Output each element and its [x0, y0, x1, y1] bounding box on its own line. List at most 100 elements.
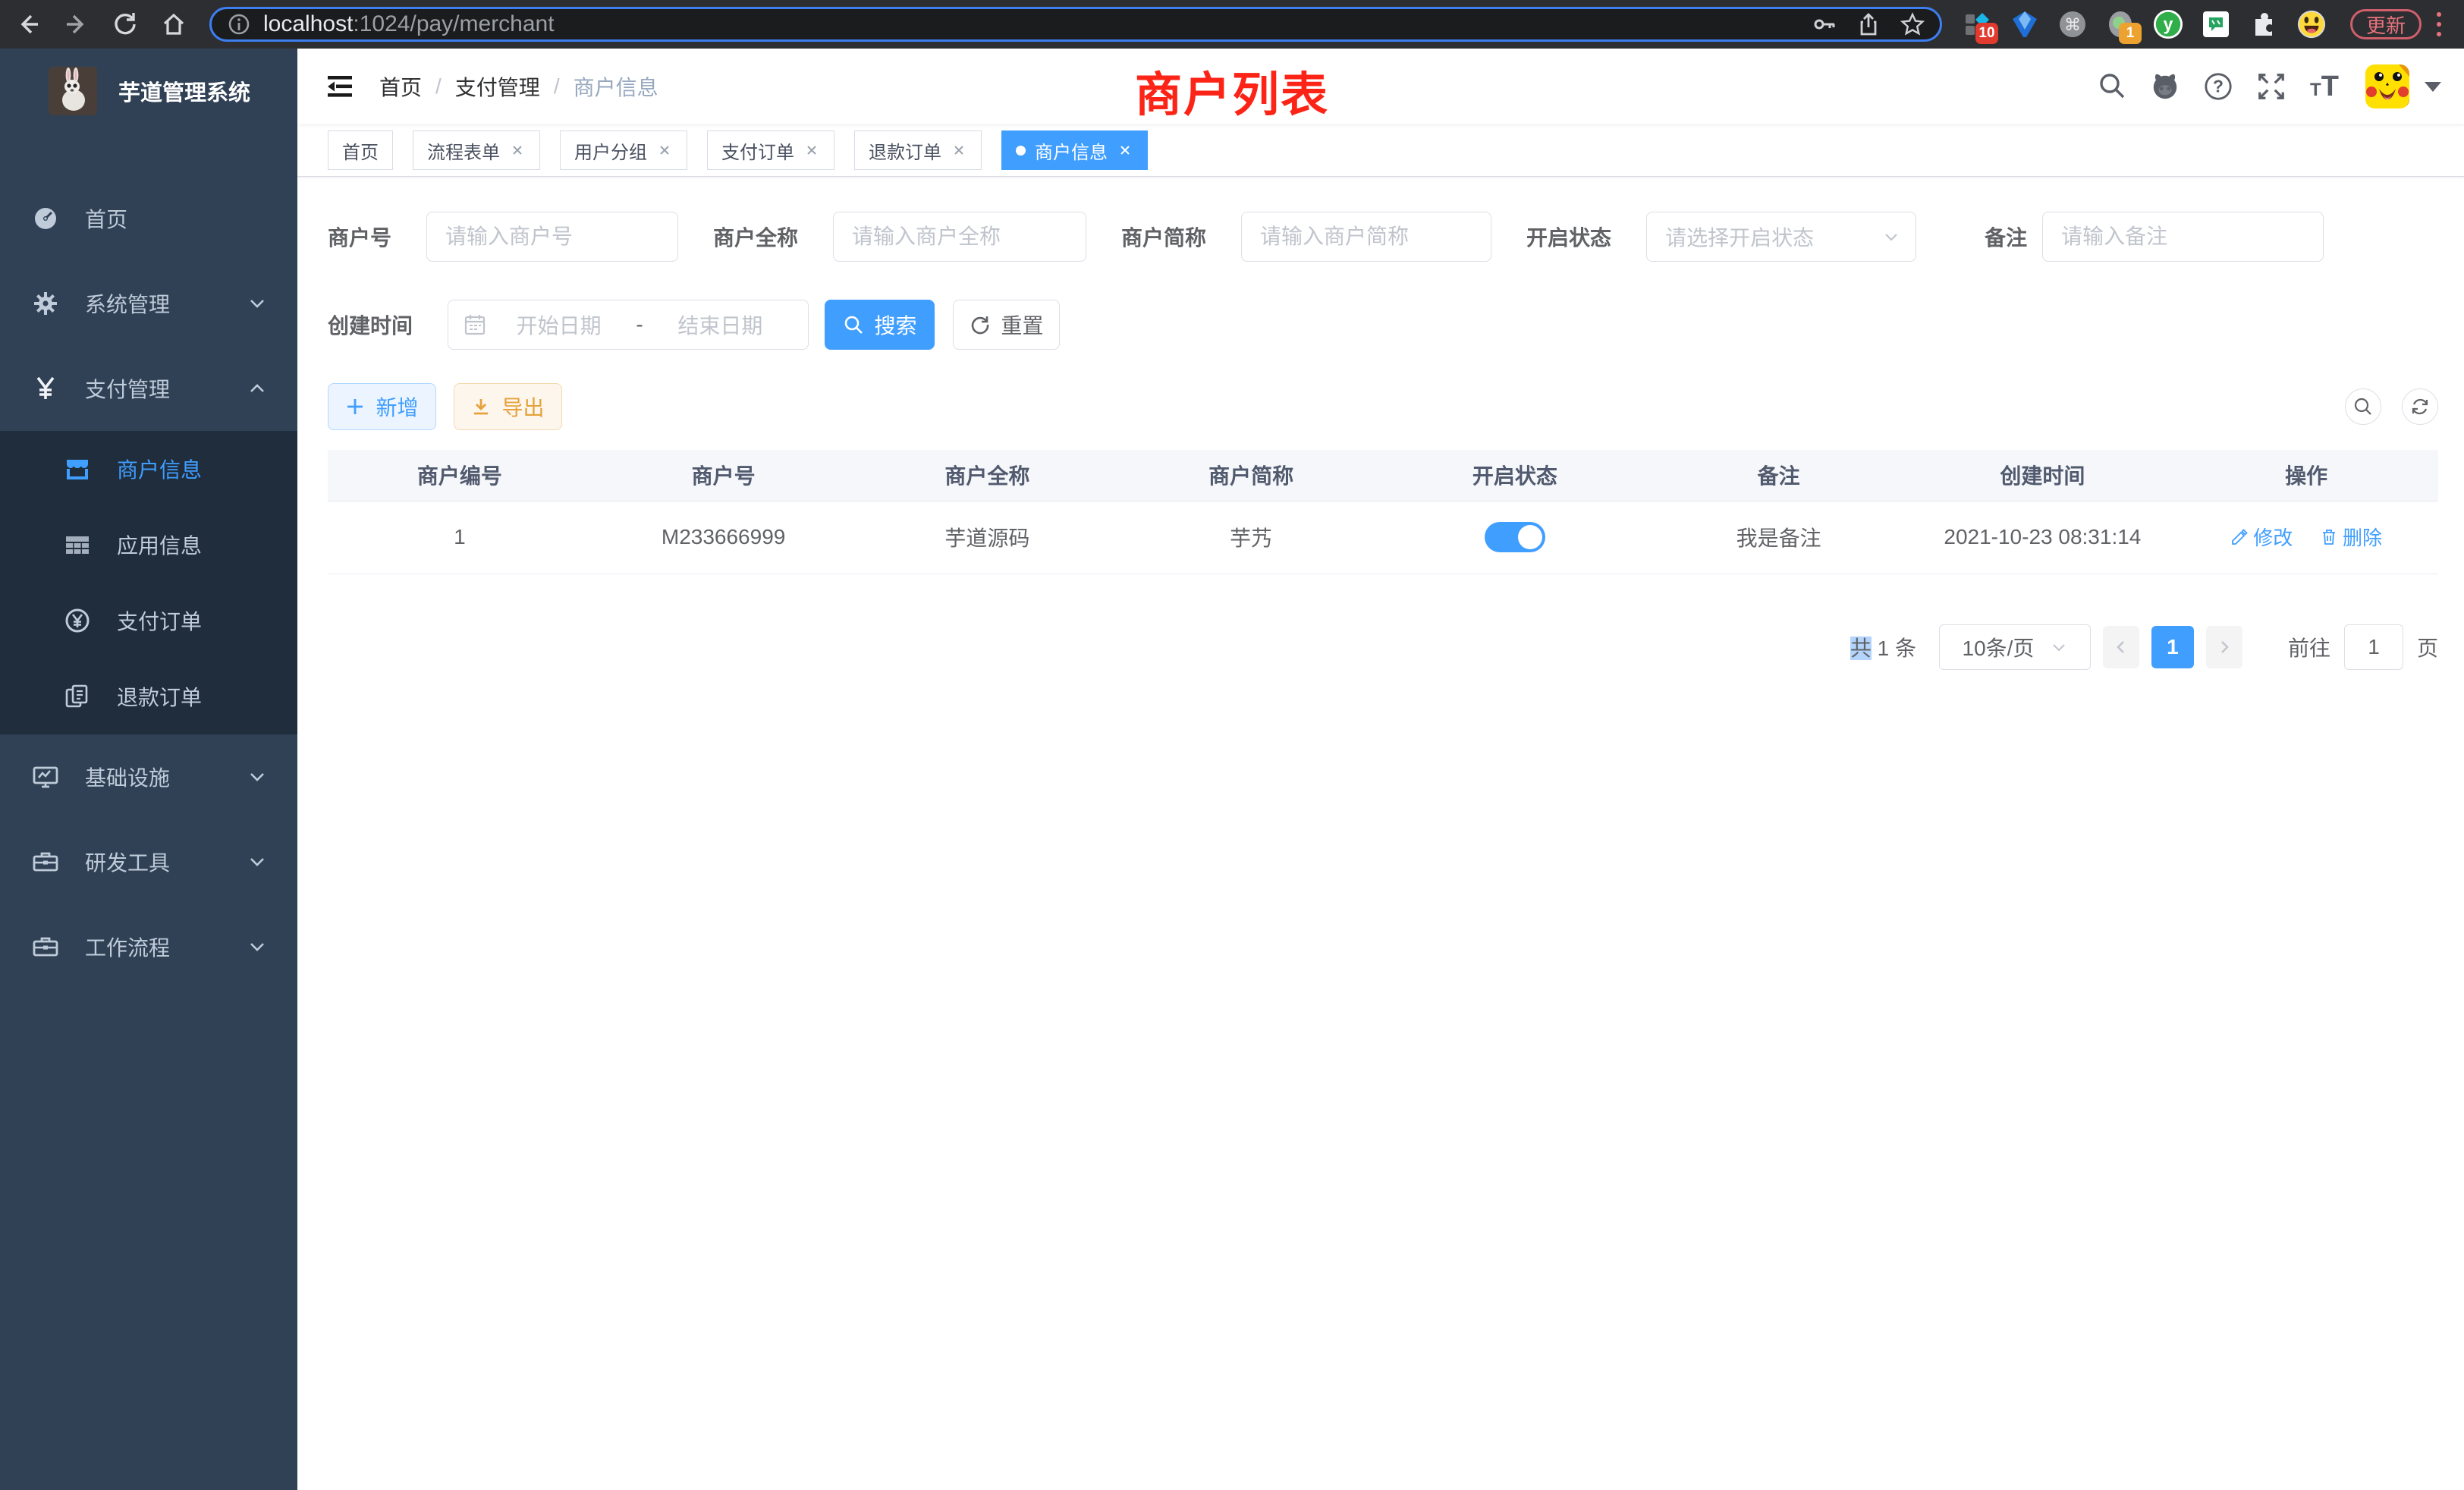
browser-menu-icon[interactable]	[2434, 9, 2444, 39]
sidebar-item-label: 系统管理	[85, 288, 247, 319]
col-header: 商户编号	[328, 450, 592, 501]
documents-icon	[64, 683, 91, 710]
chevron-down-icon	[247, 937, 267, 957]
status-select[interactable]: 请选择开启状态	[1646, 212, 1916, 262]
status-label: 开启状态	[1526, 222, 1611, 252]
yen-circle-icon	[64, 607, 91, 634]
edit-pen-icon	[2230, 528, 2249, 546]
page-number-button[interactable]: 1	[2151, 626, 2194, 668]
sidebar-toggle-icon[interactable]	[325, 71, 355, 102]
edit-button[interactable]: 修改	[2230, 523, 2293, 551]
reset-button[interactable]: 重置	[953, 300, 1060, 350]
cell-full-name: 芋道源码	[856, 501, 1120, 574]
sidebar-item-payment[interactable]: 支付管理	[0, 346, 297, 431]
sidebar-item-label: 研发工具	[85, 847, 247, 877]
extensions-puzzle-icon[interactable]	[2249, 9, 2279, 39]
cell-remark: 我是备注	[1647, 501, 1911, 574]
search-button[interactable]: 搜索	[825, 300, 935, 350]
header-search-icon[interactable]	[2097, 71, 2127, 102]
remark-input[interactable]	[2042, 212, 2324, 262]
extension-gem-icon[interactable]	[2010, 9, 2040, 39]
extension-blocks-icon[interactable]: 10	[1962, 9, 1992, 39]
sidebar-item-pay-order[interactable]: 支付订单	[0, 583, 297, 659]
sidebar-item-devtools[interactable]: 研发工具	[0, 819, 297, 904]
sidebar-item-label: 工作流程	[85, 932, 247, 962]
extension-status-icon[interactable]: 1	[2105, 9, 2136, 39]
toolbox-icon	[32, 848, 59, 875]
table-row: 1 M233666999 芋道源码 芋艿 我是备注 2021-10-23 08:…	[328, 501, 2438, 574]
sidebar-item-system[interactable]: 系统管理	[0, 261, 297, 346]
browser-chrome: localhost:1024/pay/merchant 10 ⌘ 1 y 更新	[0, 0, 2464, 49]
site-info-icon[interactable]	[227, 12, 251, 36]
extension-y-icon[interactable]: y	[2153, 9, 2183, 39]
sidebar-item-home[interactable]: 首页	[0, 176, 297, 261]
font-size-icon[interactable]: TT	[2309, 71, 2340, 102]
user-avatar[interactable]	[2365, 64, 2409, 108]
tags-bar: 首页 流程表单 用户分组 支付订单 退款订单 商户信息	[297, 124, 2464, 177]
sidebar-item-workflow[interactable]: 工作流程	[0, 904, 297, 989]
merchant-table: 商户编号 商户号 商户全称 商户简称 开启状态 备注 创建时间 操作 1 M23…	[328, 450, 2438, 574]
breadcrumb-payment[interactable]: 支付管理	[455, 71, 540, 102]
sidebar-item-label: 首页	[85, 203, 267, 234]
browser-update-button[interactable]: 更新	[2350, 9, 2422, 39]
trash-icon	[2320, 528, 2338, 546]
extension-command-icon[interactable]: ⌘	[2057, 9, 2088, 39]
bookmark-star-icon[interactable]	[1900, 12, 1925, 36]
delete-button[interactable]: 删除	[2320, 523, 2382, 551]
url-text[interactable]: localhost:1024/pay/merchant	[263, 11, 1793, 37]
sidebar: 芋道管理系统 首页 系统管理 支付管理	[0, 49, 297, 1490]
close-icon[interactable]	[803, 142, 820, 159]
tag-process-form[interactable]: 流程表单	[413, 130, 540, 170]
chevron-down-icon	[2051, 639, 2067, 655]
download-icon	[471, 397, 491, 417]
full-name-input[interactable]	[833, 212, 1086, 262]
sidebar-item-merchant-info[interactable]: 商户信息	[0, 431, 297, 507]
short-name-input[interactable]	[1241, 212, 1491, 262]
url-bar[interactable]: localhost:1024/pay/merchant	[209, 7, 1942, 42]
tag-home[interactable]: 首页	[328, 130, 393, 170]
browser-home-icon[interactable]	[161, 11, 187, 37]
share-icon[interactable]	[1856, 12, 1881, 36]
github-icon[interactable]	[2150, 71, 2180, 102]
sidebar-item-app-info[interactable]: 应用信息	[0, 507, 297, 583]
close-icon[interactable]	[509, 142, 526, 159]
merchant-no-label: 商户号	[328, 222, 391, 252]
user-menu-caret-icon[interactable]	[2425, 82, 2441, 92]
browser-reload-icon[interactable]	[112, 11, 138, 37]
tag-refund-order[interactable]: 退款订单	[854, 130, 982, 170]
fullscreen-icon[interactable]	[2256, 71, 2286, 102]
close-icon[interactable]	[1117, 142, 1133, 159]
add-button[interactable]: 新增	[328, 383, 436, 430]
app-title: 芋道管理系统	[118, 75, 250, 107]
created-label: 创建时间	[328, 310, 413, 340]
export-button[interactable]: 导出	[454, 383, 562, 430]
tag-user-group[interactable]: 用户分组	[560, 130, 687, 170]
date-range-picker[interactable]: 开始日期 - 结束日期	[448, 300, 809, 350]
extension-emoji-icon[interactable]	[2296, 9, 2327, 39]
app-logo-row[interactable]: 芋道管理系统	[0, 49, 297, 134]
refresh-table-button[interactable]	[2402, 388, 2438, 425]
close-icon[interactable]	[951, 142, 967, 159]
tag-merchant-info[interactable]: 商户信息	[1001, 130, 1148, 170]
prev-page-button[interactable]	[2103, 626, 2139, 668]
browser-back-icon[interactable]	[15, 11, 41, 37]
browser-forward-icon[interactable]	[64, 11, 90, 37]
sidebar-item-refund-order[interactable]: 退款订单	[0, 659, 297, 734]
toggle-search-button[interactable]	[2345, 388, 2381, 425]
tag-pay-order[interactable]: 支付订单	[707, 130, 834, 170]
close-icon[interactable]	[656, 142, 673, 159]
help-icon[interactable]: ?	[2203, 71, 2233, 102]
page-size-select[interactable]: 10条/页	[1939, 624, 2091, 670]
password-key-icon[interactable]	[1812, 12, 1837, 36]
next-page-button[interactable]	[2206, 626, 2242, 668]
merchant-no-input[interactable]	[426, 212, 678, 262]
breadcrumb-home[interactable]: 首页	[379, 71, 422, 102]
extension-chat-icon[interactable]	[2201, 9, 2231, 39]
sidebar-item-infra[interactable]: 基础设施	[0, 734, 297, 819]
sidebar-item-label: 应用信息	[117, 530, 202, 560]
sidebar-item-label: 商户信息	[117, 454, 202, 484]
status-toggle[interactable]	[1485, 522, 1545, 552]
grid-icon	[64, 531, 91, 558]
breadcrumb: 首页 / 支付管理 / 商户信息	[379, 71, 658, 102]
goto-page-input[interactable]	[2344, 624, 2403, 670]
